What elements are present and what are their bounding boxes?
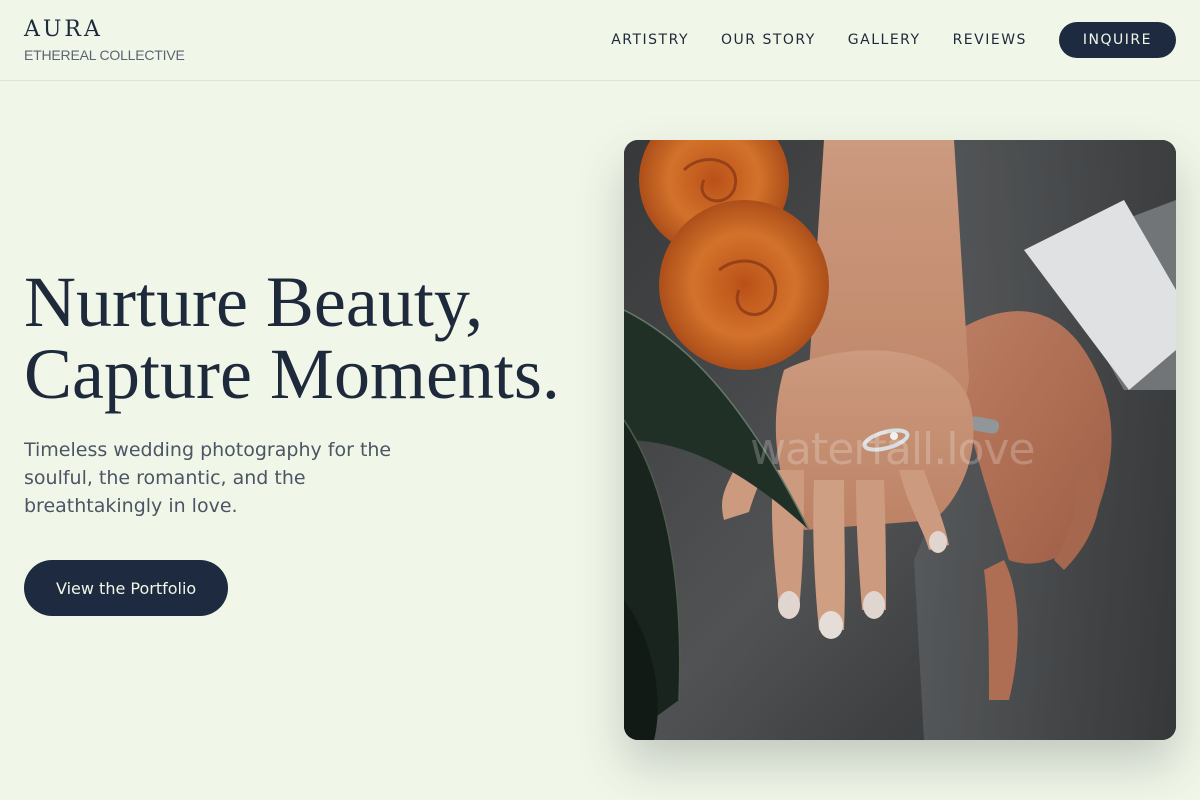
hero-title: Nurture Beauty, Capture Moments. <box>24 266 584 410</box>
hero-title-line-1: Nurture Beauty, <box>24 262 484 342</box>
brand-tagline: ETHEREAL COLLECTIVE <box>24 47 185 63</box>
view-portfolio-button[interactable]: View the Portfolio <box>24 560 229 616</box>
hero-title-line-2: Capture Moments. <box>24 334 560 414</box>
hero-photo: waterfall.love <box>624 140 1176 740</box>
hero-subtitle: Timeless wedding photography for the sou… <box>24 439 392 517</box>
brand-logo[interactable]: AURA ETHEREAL COLLECTIVE <box>24 17 185 65</box>
brand-name: AURA <box>24 17 103 42</box>
site-header: AURA ETHEREAL COLLECTIVE ARTISTRY OUR ST… <box>0 0 1200 81</box>
inquire-button[interactable]: INQUIRE <box>1058 22 1176 58</box>
nav-link-reviews[interactable]: REVIEWS <box>953 32 1027 48</box>
main-nav: ARTISTRY OUR STORY GALLERY REVIEWS INQUI… <box>611 22 1176 58</box>
nav-link-our-story[interactable]: OUR STORY <box>721 32 816 48</box>
hero-content: Nurture Beauty, Capture Moments. Timeles… <box>24 266 584 616</box>
nav-link-artistry[interactable]: ARTISTRY <box>611 32 689 48</box>
nav-link-gallery[interactable]: GALLERY <box>848 32 921 48</box>
photo-watermark: waterfall.love <box>750 424 1036 475</box>
